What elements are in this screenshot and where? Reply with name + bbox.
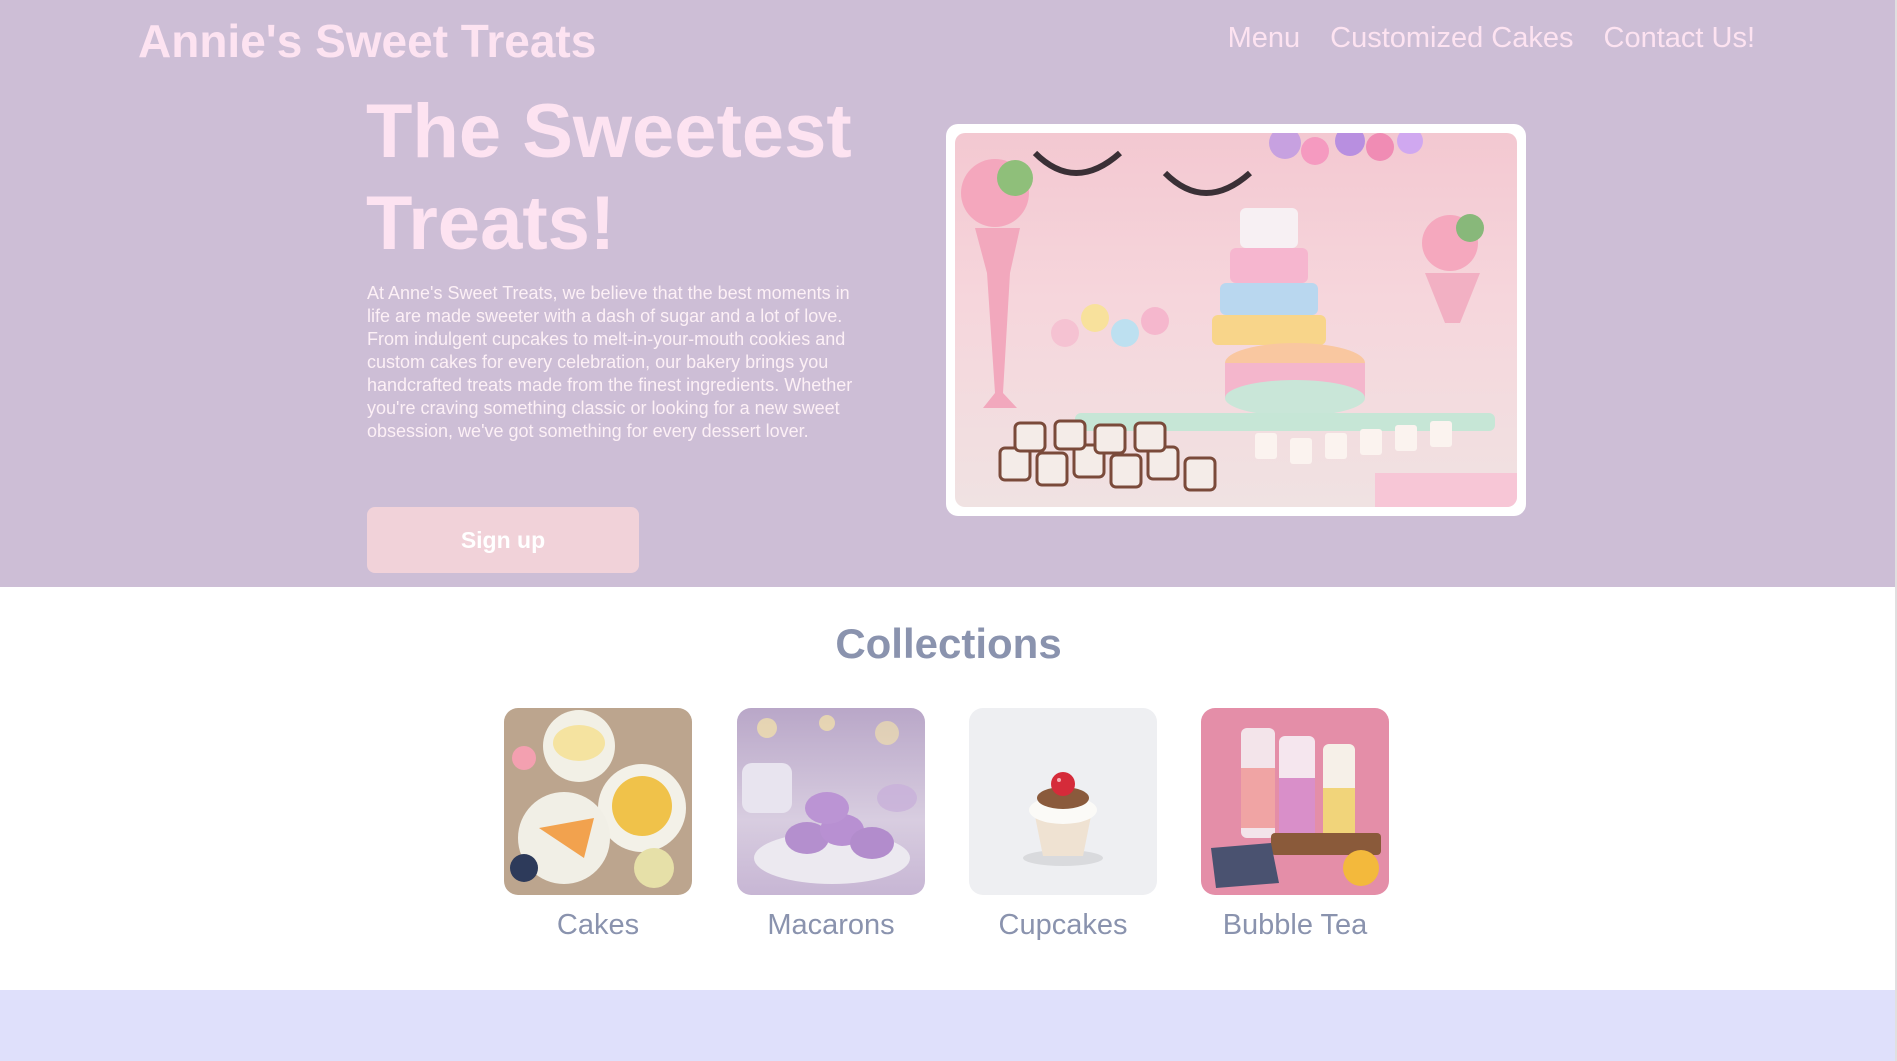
- party-dessert-illustration: [961, 133, 1517, 507]
- cupcakes-image: [969, 708, 1157, 895]
- collection-label: Cupcakes: [998, 909, 1128, 941]
- collection-label: Bubble Tea: [1222, 909, 1368, 941]
- macarons-image: [737, 708, 925, 895]
- collection-item-cakes[interactable]: Cakes: [504, 708, 692, 942]
- party-dessert-table-image: [955, 133, 1517, 507]
- main-nav: Menu Customized Cakes Contact Us!: [1228, 22, 1755, 55]
- signup-button[interactable]: Sign up: [367, 507, 639, 573]
- hero-section: Annie's Sweet Treats Menu Customized Cak…: [0, 0, 1897, 587]
- nav-contact-link[interactable]: Contact Us!: [1604, 22, 1756, 55]
- cakes-image: [504, 708, 692, 895]
- hero-title: The Sweetest Treats!: [366, 89, 852, 266]
- hero-image-frame: [946, 124, 1526, 516]
- collection-item-macarons[interactable]: Macarons: [737, 708, 925, 942]
- collection-item-cupcakes[interactable]: Cupcakes: [969, 708, 1157, 942]
- brand-logo[interactable]: Annie's Sweet Treats: [138, 14, 596, 68]
- collection-label: Macarons: [767, 909, 895, 941]
- collection-item-bubble-tea[interactable]: Bubble Tea: [1201, 708, 1389, 942]
- collections-title: Collections: [835, 620, 1062, 667]
- hero-description: At Anne's Sweet Treats, we believe that …: [367, 283, 853, 441]
- footer-band: [0, 990, 1897, 1061]
- bubble-tea-image: [1201, 708, 1389, 895]
- nav-customized-cakes-link[interactable]: Customized Cakes: [1330, 22, 1573, 55]
- collection-label: Cakes: [556, 909, 640, 941]
- nav-menu-link[interactable]: Menu: [1228, 22, 1301, 55]
